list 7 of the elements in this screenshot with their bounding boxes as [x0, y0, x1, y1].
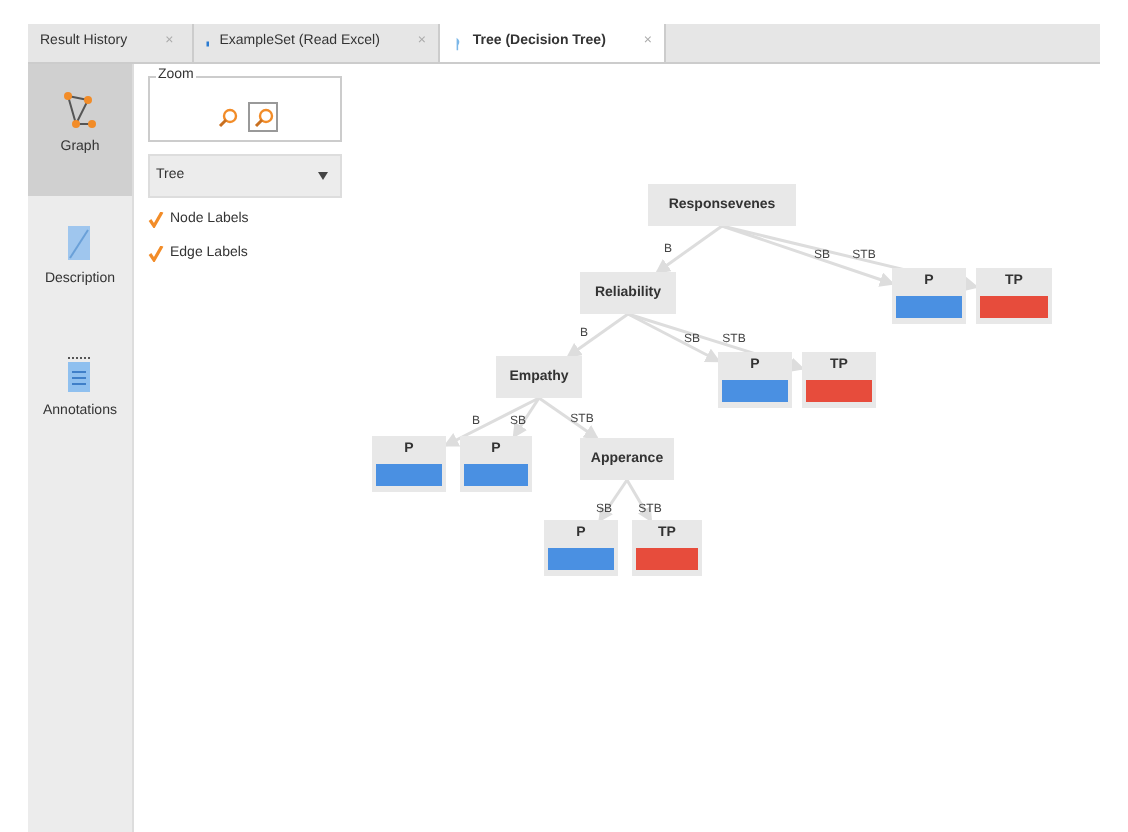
caret-icon	[318, 172, 328, 180]
magnifier-icon	[217, 107, 237, 127]
edge-arrow	[598, 479, 629, 523]
bulb-icon	[452, 33, 463, 53]
magnifier-icon	[253, 107, 273, 127]
zoom-button[interactable]	[248, 102, 278, 132]
graph-icon	[62, 92, 98, 130]
